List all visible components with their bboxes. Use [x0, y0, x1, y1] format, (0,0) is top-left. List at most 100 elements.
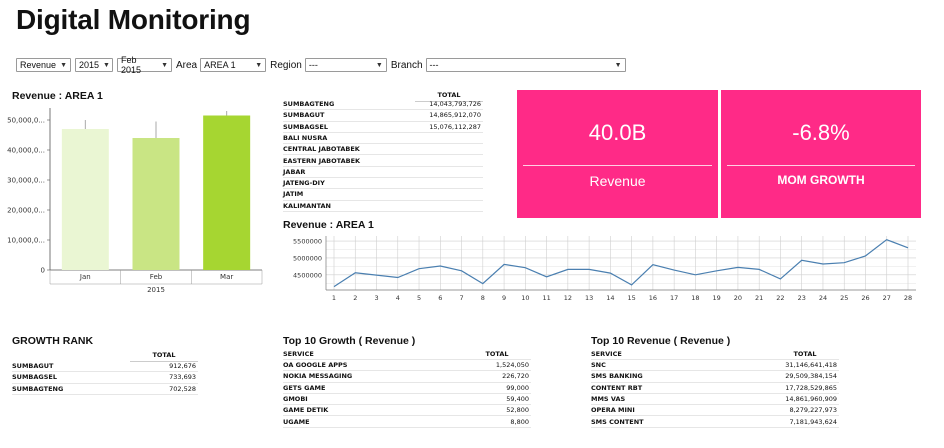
table-row: EASTERN JABOTABEK: [283, 156, 483, 167]
filter-bar: Revenue ▼ 2015 ▼ Feb 2015 ▼ Area AREA 1 ▼ Re…: [16, 55, 630, 75]
row-name: SUMBAGSEL: [283, 122, 329, 131]
y-tick-label: 5500000: [293, 238, 322, 246]
row-name: KALIMANTAN: [283, 201, 331, 210]
x-tick-label: Feb: [150, 273, 163, 281]
x-tick-label: 26: [861, 294, 869, 302]
region-label: Region: [270, 59, 302, 71]
top-revenue-title: Top 10 Revenue ( Revenue ): [591, 335, 731, 347]
row-name: GMOBI: [283, 394, 308, 403]
table-row: SUMBAGTENG 702,528: [12, 384, 198, 395]
row-name: EASTERN JABOTABEK: [283, 156, 361, 165]
x-tick-label: 11: [542, 294, 550, 302]
table-row: SUMBAGUT 14,865,912,070: [283, 110, 483, 122]
table-row: SUMBAGUT 912,676: [12, 361, 198, 373]
page-title: Digital Monitoring: [16, 4, 251, 35]
x-tick-label: 2: [353, 294, 357, 302]
top-revenue-service-header: SERVICE: [591, 350, 622, 358]
branch-label: Branch: [390, 59, 423, 71]
x-tick-label: 18: [691, 294, 699, 302]
table-row: SMS BANKING 29,509,384,154: [591, 371, 839, 383]
x-tick-label: 28: [904, 294, 912, 302]
x-tick-label: Jan: [79, 273, 91, 281]
x-tick-label: 7: [459, 294, 463, 302]
table-row: SUMBAGSEL 15,076,112,287: [283, 122, 483, 133]
row-total: 912,676: [169, 362, 196, 370]
table-row: GAME DETIK 52,800: [283, 405, 531, 417]
x-tick-label: 22: [776, 294, 784, 302]
row-name: UGAME: [283, 417, 310, 426]
x-tick-label: 17: [670, 294, 678, 302]
x-tick-label: 5: [417, 294, 421, 302]
metric-select[interactable]: Revenue ▼: [16, 58, 71, 72]
top-growth-total-header: TOTAL: [485, 350, 509, 358]
table-row: UGAME 8,800: [283, 417, 531, 428]
area-select[interactable]: AREA 1 ▼: [200, 58, 267, 72]
row-total: 31,146,641,418: [785, 361, 837, 369]
table-row: MMS VAS 14,861,960,909: [591, 394, 839, 406]
y-tick-label: 20,000,0...: [7, 207, 45, 215]
region-select[interactable]: --- ▼: [304, 58, 387, 72]
x-tick-label: 3: [374, 294, 378, 302]
year-select-value: 2015: [79, 60, 100, 70]
row-name: JATIM: [283, 190, 304, 199]
row-name: SUMBAGUT: [283, 111, 325, 120]
revenue-bar-chart: 0 10,000,0... 20,000,0... 30,000,0... 40,000…: [7, 108, 263, 294]
chevron-down-icon: ▼: [60, 61, 67, 69]
row-name: GAME DETIK: [283, 406, 329, 415]
top-growth-service-header: SERVICE: [283, 350, 314, 358]
x-tick-label: 12: [564, 294, 572, 302]
row-name: SMS BANKING: [591, 372, 643, 381]
table-row: CONTENT RBT 17,728,529,865: [591, 383, 839, 394]
bar: [203, 115, 251, 270]
row-name: CENTRAL JABOTABEK: [283, 145, 360, 154]
row-name: JABAR: [283, 167, 306, 176]
row-total: 15,076,112,287: [429, 122, 481, 131]
y-tick-label: 40,000,0...: [7, 147, 45, 155]
row-name: SUMBAGTENG: [283, 100, 335, 108]
chevron-down-icon: ▼: [614, 61, 622, 69]
branch-select[interactable]: --- ▼: [425, 58, 626, 72]
x-tick-label: 23: [798, 294, 806, 302]
revenue-kpi-label: Revenue: [589, 173, 646, 189]
table-row: OPERA MINI 8,279,227,973: [591, 405, 839, 417]
table-row: JABAR: [283, 167, 483, 179]
row-name: SUMBAGSEL: [12, 373, 58, 382]
x-tick-label: 1: [332, 294, 336, 302]
x-tick-label: 16: [649, 294, 657, 302]
year-select[interactable]: 2015 ▼: [75, 58, 113, 72]
row-total: 226,720: [502, 372, 529, 381]
x-tick-label: Mar: [220, 273, 233, 281]
y-tick-label: 5000000: [293, 254, 322, 262]
row-name: GETS GAME: [283, 383, 326, 392]
row-total: 14,865,912,070: [429, 111, 481, 120]
row-name: OA GOOGLE APPS: [283, 361, 348, 369]
top-revenue-total-header: TOTAL: [793, 350, 817, 358]
region-table: TOTAL SUMBAGTENG 14,043,793,726 SUMBAGUT 14…: [283, 90, 483, 220]
region-select-value: ---: [308, 60, 318, 70]
chevron-down-icon: ▼: [255, 61, 263, 69]
row-name: JATENG-DIY: [283, 179, 325, 188]
y-tick-label: 0: [41, 267, 45, 275]
table-row: GETS GAME 99,000: [283, 383, 531, 394]
table-row: SUMBAGTENG 14,043,793,726: [283, 99, 483, 111]
y-tick-label: 50,000,0...: [7, 117, 45, 125]
x-tick-label: 10: [521, 294, 529, 302]
area-label: Area: [176, 59, 198, 71]
x-tick-label: 15: [627, 294, 635, 302]
chevron-down-icon: ▼: [161, 61, 168, 69]
x-tick-label: 6: [438, 294, 442, 302]
chevron-down-icon: ▼: [103, 61, 110, 69]
period-select[interactable]: Feb 2015 ▼: [117, 55, 172, 75]
series-line: [333, 239, 909, 288]
x-tick-label: 8: [481, 294, 485, 302]
row-total: 14,861,960,909: [785, 394, 837, 403]
row-name: NOKIA MESSAGING: [283, 372, 353, 381]
table-row: JATENG-DIY: [283, 178, 483, 190]
table-row: SMS CONTENT 7,181,943,624: [591, 417, 839, 428]
row-name: SUMBAGTENG: [12, 384, 64, 393]
kpi-divider: [523, 165, 712, 166]
period-select-value: Feb 2015: [121, 55, 142, 75]
row-total: 99,000: [506, 383, 529, 392]
table-row: CENTRAL JABOTABEK: [283, 144, 483, 156]
row-total: 733,693: [169, 373, 196, 382]
